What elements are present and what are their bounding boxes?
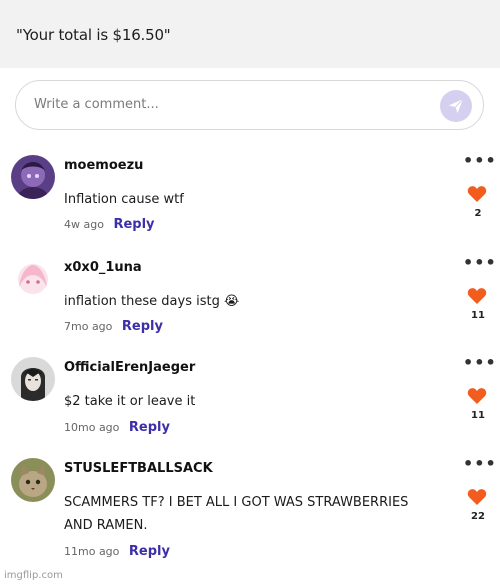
comment-input-box[interactable]: Write a comment... bbox=[15, 80, 484, 130]
like-count: 22 bbox=[471, 511, 485, 522]
comment-text: Inflation cause wtf bbox=[64, 192, 184, 207]
like-count: 2 bbox=[474, 208, 482, 219]
comment-time: 10mo ago bbox=[64, 421, 120, 434]
heart-icon[interactable] bbox=[467, 387, 487, 405]
heart-icon[interactable] bbox=[467, 185, 487, 203]
caption-bar: "Your total is $16.50" bbox=[0, 0, 500, 68]
comment-time: 7mo ago bbox=[64, 320, 113, 333]
watermark: imgflip.com bbox=[4, 570, 63, 581]
comment-username[interactable]: STUSLEFTBALLSACK bbox=[64, 461, 213, 476]
more-options-icon[interactable]: ••• bbox=[463, 253, 497, 272]
comment-username[interactable]: OfficialErenJaeger bbox=[64, 360, 195, 375]
comment-time: 4w ago bbox=[64, 218, 104, 231]
send-icon bbox=[449, 98, 464, 113]
more-options-icon[interactable]: ••• bbox=[463, 151, 497, 170]
comment-username[interactable]: moemoezu bbox=[64, 158, 143, 173]
comment-meta: 7mo ago Reply bbox=[64, 319, 163, 334]
comment-meta: 4w ago Reply bbox=[64, 217, 155, 232]
heart-icon[interactable] bbox=[467, 287, 487, 305]
caption-text: "Your total is $16.50" bbox=[16, 26, 171, 44]
comment-username[interactable]: x0x0_1una bbox=[64, 260, 142, 275]
reply-button[interactable]: Reply bbox=[122, 319, 163, 334]
comment-text: SCAMMERS TF? I BET ALL I GOT WAS STRAWBE… bbox=[64, 495, 409, 533]
send-button[interactable] bbox=[440, 90, 472, 122]
comment-text: $2 take it or leave it bbox=[64, 394, 196, 409]
comment-time: 11mo ago bbox=[64, 545, 120, 558]
comment-meta: 10mo ago Reply bbox=[64, 420, 170, 435]
like-count: 11 bbox=[471, 410, 485, 421]
avatar[interactable] bbox=[11, 257, 55, 301]
reply-button[interactable]: Reply bbox=[129, 544, 170, 559]
reply-button[interactable]: Reply bbox=[113, 217, 154, 232]
comment-text: inflation these days istg 😭 bbox=[64, 294, 240, 309]
heart-icon[interactable] bbox=[467, 488, 487, 506]
reply-button[interactable]: Reply bbox=[129, 420, 170, 435]
avatar[interactable] bbox=[11, 458, 55, 502]
comment-input-placeholder[interactable]: Write a comment... bbox=[34, 97, 159, 112]
more-options-icon[interactable]: ••• bbox=[463, 353, 497, 372]
avatar[interactable] bbox=[11, 155, 55, 199]
comment-meta: 11mo ago Reply bbox=[64, 544, 170, 559]
like-count: 11 bbox=[471, 310, 485, 321]
avatar[interactable] bbox=[11, 357, 55, 401]
more-options-icon[interactable]: ••• bbox=[463, 454, 497, 473]
